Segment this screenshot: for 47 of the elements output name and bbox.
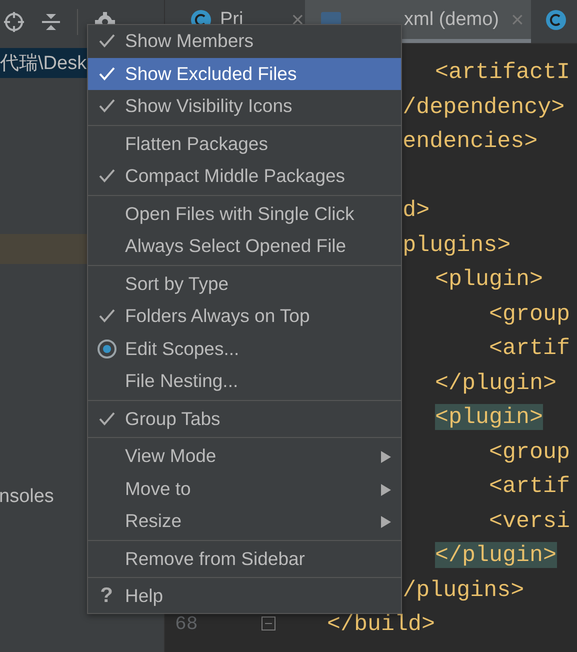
code-line: </plugin> <box>435 370 557 396</box>
class-icon <box>545 8 567 30</box>
menu-item[interactable]: File Nesting... <box>88 365 401 398</box>
menu-item[interactable]: Folders Always on Top <box>88 300 401 332</box>
code-line: /plugins> <box>402 576 524 603</box>
code-line: <plugin> <box>435 266 544 292</box>
code-line: plugins> <box>402 232 511 258</box>
menu-item[interactable]: Show Excluded Files <box>88 58 401 90</box>
menu-item[interactable]: Remove from Sidebar <box>88 542 401 575</box>
code-line: d> <box>402 197 430 224</box>
collapse-icon[interactable] <box>41 12 61 32</box>
menu-item[interactable]: ? Help <box>88 580 401 612</box>
menu-item[interactable]: Open Files with Single Click <box>88 198 401 230</box>
check-icon <box>98 34 114 48</box>
menu-item[interactable]: Resize <box>88 505 401 538</box>
menu-item[interactable]: Compact Middle Packages <box>88 160 401 192</box>
menu-item[interactable]: Group Tabs <box>88 402 401 435</box>
menu-item[interactable]: Flatten Packages <box>88 128 401 160</box>
line-number: 68 <box>175 613 199 636</box>
menu-item[interactable]: Move to <box>88 472 401 505</box>
menu-item[interactable]: View Mode <box>88 440 401 472</box>
code-line: <artif <box>489 473 570 500</box>
fold-icon[interactable] <box>261 616 277 632</box>
code-line: <group <box>489 300 570 327</box>
code-line: </build> <box>327 611 436 638</box>
check-icon <box>98 412 114 426</box>
submenu-arrow-icon <box>381 451 391 463</box>
check-icon <box>98 99 114 114</box>
help-icon: ? <box>100 584 113 608</box>
code-line: <artifactI <box>435 59 570 86</box>
code-line: <versi <box>489 508 570 534</box>
code-line: /dependency> <box>402 94 565 120</box>
check-icon <box>98 309 114 324</box>
check-icon <box>98 169 114 184</box>
menu-item[interactable]: Show Visibility Icons <box>88 90 401 122</box>
check-icon <box>98 66 114 81</box>
menu-item[interactable]: Always Select Opened File <box>88 230 401 262</box>
menu-item[interactable]: Sort by Type <box>88 268 401 300</box>
submenu-arrow-icon <box>381 484 391 496</box>
radio-icon <box>96 338 116 359</box>
code-line: <group <box>489 438 570 465</box>
code-line: <artif <box>489 335 570 362</box>
locate-icon[interactable] <box>3 11 25 33</box>
tree-item[interactable]: nsoles <box>0 486 54 508</box>
code-line: endencies> <box>402 128 538 154</box>
menu-item[interactable]: Edit Scopes... <box>88 332 401 365</box>
submenu-arrow-icon <box>381 516 391 528</box>
